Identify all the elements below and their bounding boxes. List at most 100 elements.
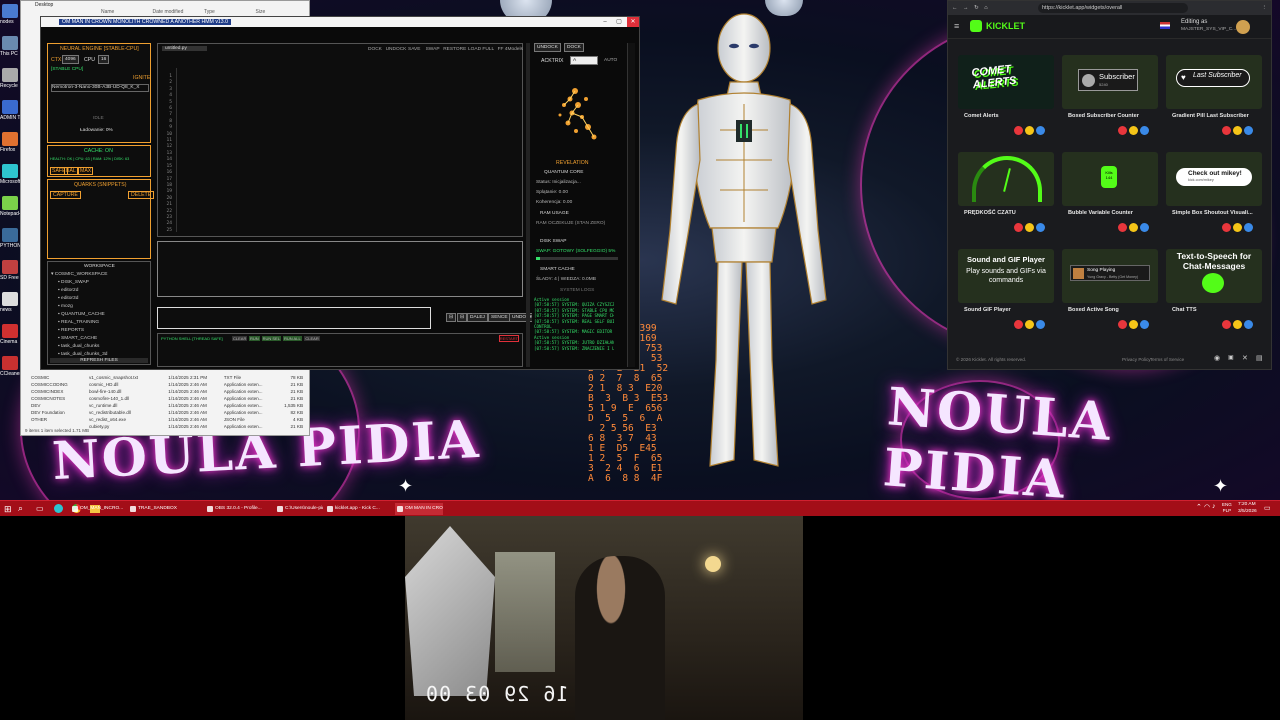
x-icon[interactable]: ✕ <box>1242 354 1248 362</box>
home-icon[interactable]: ⌂ <box>984 5 987 11</box>
workspace-tree-item[interactable]: ▪ editor3d <box>58 296 78 301</box>
shell-button[interactable]: RUN <box>249 336 260 341</box>
notepad--icon[interactable] <box>2 196 18 210</box>
widget-card[interactable]: Text-to-Speech for Chat-Messages Chat TTS <box>1166 249 1262 339</box>
tree-item[interactable]: COSMICNOTES <box>31 396 65 401</box>
widget-preview[interactable]: Kills 144 <box>1062 152 1158 206</box>
footer-link[interactable]: Privacy Policy <box>1122 357 1151 362</box>
taskbar-item[interactable]: OM MAN IN CRO... <box>395 503 443 515</box>
widget-card[interactable]: ♥ Last Subscriber Gradient Pill Last Subsc… <box>1166 55 1262 145</box>
workspace-tree-item[interactable]: ▪ task_dual_chunks <box>58 344 99 349</box>
shell-button[interactable]: RUN SEL <box>261 336 281 341</box>
command-input[interactable] <box>157 307 431 329</box>
news-icon[interactable] <box>2 292 18 306</box>
delete-icon[interactable] <box>1118 126 1127 135</box>
right-scrollbar[interactable] <box>627 43 635 367</box>
firefox-icon[interactable] <box>2 132 18 146</box>
discord-icon[interactable]: ◉ <box>1214 354 1220 362</box>
widget-card[interactable]: Check out mikey! kick.com/mikey Simple Box… <box>1166 152 1262 242</box>
microsoft-edge-icon[interactable] <box>2 164 18 178</box>
forward-icon[interactable]: → <box>963 5 969 11</box>
minimize-button[interactable]: – <box>599 17 611 27</box>
mode-select[interactable]: A <box>570 56 598 65</box>
widget-preview[interactable]: Check out mikey! kick.com/mikey <box>1166 152 1262 206</box>
edit-icon[interactable] <box>1129 320 1138 329</box>
workspace-tree-item[interactable]: ▾ COSMIC_WORKSPACE <box>51 272 107 277</box>
workspace-tree-item[interactable]: ▪ REPORTS <box>58 328 84 333</box>
settings-icon[interactable] <box>1244 320 1253 329</box>
ignite-button[interactable]: IGNITE <box>133 75 150 81</box>
widget-card[interactable]: Kills 144 Bubble Variable Counter <box>1062 152 1158 242</box>
widget-preview[interactable]: ♥ Last Subscriber <box>1166 55 1262 109</box>
taskbar-item[interactable]: TRAE_SANDBOX <box>128 503 188 515</box>
cpu-field[interactable]: 16 <box>98 55 110 64</box>
back-icon[interactable]: ← <box>952 5 958 11</box>
ctx-field[interactable]: 4096 <box>62 55 79 64</box>
edit-icon[interactable] <box>1233 320 1242 329</box>
editor-tab[interactable]: untitled.py <box>162 46 207 51</box>
kick-icon[interactable]: ▣ <box>1228 354 1234 361</box>
edit-icon[interactable] <box>1025 126 1034 135</box>
dock-button[interactable]: DOCK <box>564 43 584 52</box>
reload-icon[interactable]: ↻ <box>974 5 979 11</box>
search-icon[interactable]: ⌕ <box>18 503 23 514</box>
editor-control-button[interactable]: SENCE <box>488 313 511 322</box>
footer-link[interactable]: Terms of Service <box>1150 357 1184 362</box>
ccleaner-icon[interactable] <box>2 356 18 370</box>
workspace-tree-item[interactable]: ▪ QUANTUM_CACHE <box>58 312 105 317</box>
editor-toolbar-button[interactable]: RESTORE <box>443 47 466 52</box>
workspace-tree-item[interactable]: ▪ task_dual_chunks_3d <box>58 352 107 357</box>
edit-icon[interactable] <box>1233 126 1242 135</box>
hamburger-icon[interactable]: ≡ <box>954 21 959 31</box>
this-pc-icon[interactable] <box>2 36 18 50</box>
taskbar-item[interactable]: kicklet.app - Kick C... <box>325 503 383 515</box>
editor-toolbar-button[interactable]: LOAD FULL <box>468 47 494 52</box>
table-row[interactable]: v1_cosmic_snapshot.txt 1/14/2025 2:31 PM T… <box>89 375 303 380</box>
splitter-scrollbar[interactable] <box>526 43 530 367</box>
refresh-files-button[interactable]: REFRESH FILES <box>50 358 148 363</box>
widget-card[interactable]: COMET ALERTS Comet Alerts <box>958 55 1054 145</box>
clock-time[interactable]: 7:20 AM <box>1238 502 1256 507</box>
delete-icon[interactable] <box>1222 320 1231 329</box>
browser-address-bar[interactable]: ← → ↻ ⌂ https://kicklet.app/widgets/over… <box>948 1 1271 15</box>
settings-icon[interactable] <box>1036 126 1045 135</box>
editor-toolbar-button[interactable]: DOCK <box>368 47 382 52</box>
table-row[interactable]: cubiety.py 1/14/2025 2:46 AM Application e… <box>89 424 303 429</box>
table-row[interactable]: vc_runtime.dll 1/14/2025 2:46 AM Applicati… <box>89 403 303 408</box>
browser-menu-icon[interactable]: ⋮ <box>1262 1 1268 15</box>
workspace-tree-item[interactable]: ▪ REAL_TRAINING <box>58 320 99 325</box>
neural-engine-window[interactable]: OM MAN IN CROWN MONOLITH CROWNED A ANOTH… <box>40 16 640 370</box>
table-row[interactable]: vc_redist_x64.exe 1/14/2025 2:46 AM JSON F… <box>89 417 303 422</box>
delete-icon[interactable] <box>1014 320 1023 329</box>
edit-icon[interactable] <box>1233 223 1242 232</box>
notification-icon[interactable]: ▭ <box>1264 504 1271 512</box>
shell-button[interactable]: RUN ALL <box>283 336 302 341</box>
clock-date[interactable]: 3/5/2026 <box>1238 509 1257 514</box>
recycle-icon[interactable] <box>2 68 18 82</box>
widget-preview[interactable] <box>958 152 1054 206</box>
widget-card[interactable]: Subscriber 5240 Boxed Subscriber Counter <box>1062 55 1158 145</box>
admin-tools-icon[interactable] <box>2 100 18 114</box>
undock-button[interactable]: UNDOCK <box>534 43 561 52</box>
widget-card[interactable]: PRĘDKOŚĆ CZATU <box>958 152 1054 242</box>
volume-icon[interactable]: ♪ <box>1212 503 1216 510</box>
settings-icon[interactable] <box>1244 126 1253 135</box>
cache-mode-button[interactable]: BAL <box>64 167 78 175</box>
app-titlebar[interactable]: OM MAN IN CROWN MONOLITH CROWNED A ANOTH… <box>41 17 639 27</box>
tree-item[interactable]: COSMIC <box>31 375 49 380</box>
delete-icon[interactable] <box>1014 126 1023 135</box>
settings-icon[interactable] <box>1140 320 1149 329</box>
maximize-button[interactable]: ▢ <box>613 17 625 27</box>
delete-icon[interactable] <box>1222 126 1231 135</box>
taskbar-item[interactable]: OM_MAN_INCRO... <box>70 503 126 515</box>
delete-icon[interactable] <box>1118 223 1127 232</box>
workspace-tree-item[interactable]: ▪ editor2d <box>58 288 78 293</box>
editor-control-button[interactable]: DALEJ <box>467 313 488 322</box>
tree-item[interactable]: OTHER <box>31 417 47 422</box>
settings-icon[interactable] <box>1140 223 1149 232</box>
workspace-tree-item[interactable]: ▪ SMART_CACHE <box>58 336 97 341</box>
workspace-tree-item[interactable]: ▪ mozg <box>58 304 73 309</box>
network-icon[interactable]: ◠ <box>1204 503 1210 511</box>
avatar[interactable] <box>1236 20 1250 34</box>
widget-card[interactable]: Sound and GIF Player Play sounds and GIFs… <box>958 249 1054 339</box>
